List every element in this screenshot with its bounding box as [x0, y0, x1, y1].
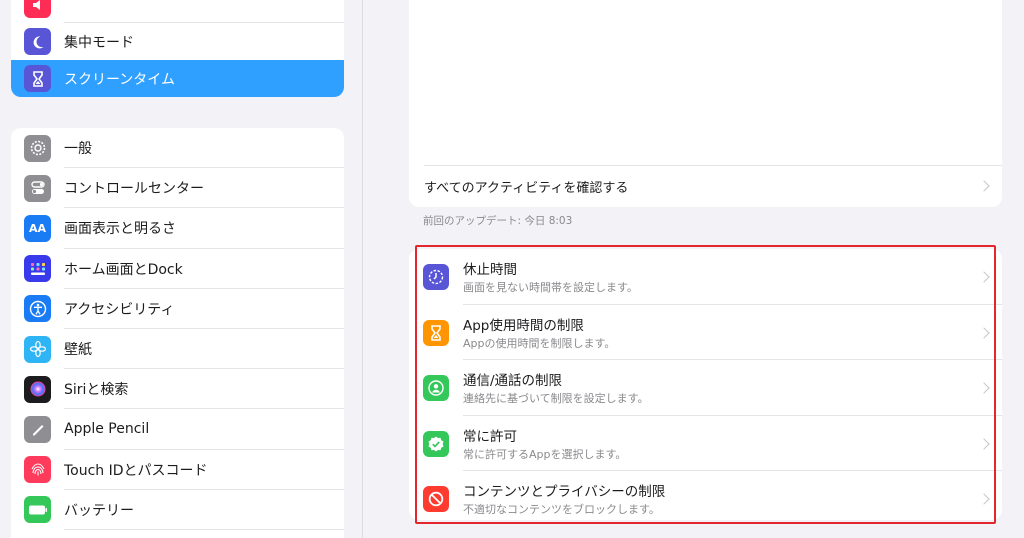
siri-icon [24, 375, 51, 403]
sidebar-item-touch-id[interactable]: Touch IDとパスコード [11, 450, 344, 490]
accessibility-icon [24, 295, 51, 323]
sidebar-item-label: 壁紙 [64, 342, 92, 359]
sidebar-item-general[interactable]: 一般 [11, 128, 344, 169]
sidebar-item-label: 画面表示と明るさ [64, 221, 176, 238]
sidebar-item-label: アクセシビリティ [64, 301, 175, 318]
fingerprint-icon [24, 456, 51, 484]
gear-icon [24, 134, 51, 162]
flower-icon [24, 335, 51, 363]
sidebar-item-label: 集中モード [64, 34, 134, 51]
sidebar-item-label: ホーム画面とDock [64, 261, 183, 278]
text-size-icon: AA [24, 214, 51, 242]
battery-icon [24, 496, 51, 524]
sidebar-item-control-center[interactable]: コントロールセンター [11, 168, 344, 209]
sidebar-item-label: Siriと検索 [64, 382, 129, 399]
sidebar-item-focus[interactable]: 集中モード [11, 23, 344, 60]
sidebar-item-label: コントロールセンター [64, 181, 204, 198]
sound-icon [24, 0, 51, 18]
sidebar-item-wallpaper[interactable]: 壁紙 [11, 329, 344, 370]
sidebar-item-label: Touch IDとパスコード [64, 462, 208, 479]
sidebar-item-home-screen[interactable]: ホーム画面とDock [11, 249, 344, 289]
sidebar-item-screen-time[interactable]: スクリーンタイム [11, 60, 344, 97]
sidebar-item-label: バッテリー [64, 502, 134, 519]
activity-card: すべてのアクティビティを確認する [409, 0, 1002, 207]
toggles-icon [24, 174, 51, 202]
sidebar-item-siri[interactable]: Siriと検索 [11, 369, 344, 410]
pencil-icon [24, 415, 51, 443]
see-all-activity-label: すべてのアクティビティを確認する [424, 180, 629, 196]
sidebar-group-settings: 一般 コントロールセンター AA 画面表示と明るさ ホーム画面とDock アクセ… [11, 128, 344, 538]
divider [424, 165, 1002, 166]
divider [64, 528, 344, 530]
sidebar-item-display[interactable]: AA 画面表示と明るさ [11, 208, 344, 249]
sidebar-item-label: 一般 [64, 141, 92, 158]
highlight-box [415, 245, 996, 524]
grid-icon [24, 255, 51, 283]
sidebar-item-accessibility[interactable]: アクセシビリティ [11, 289, 344, 329]
hourglass-icon [24, 65, 51, 92]
last-update-note: 前回のアップデート: 今日 8:03 [423, 215, 573, 227]
chevron-right-icon [978, 180, 990, 192]
sidebar-item-battery[interactable]: バッテリー [11, 490, 344, 530]
screen-time-panel: すべてのアクティビティを確認する 前回のアップデート: 今日 8:03 休止時間… [362, 0, 1024, 538]
sidebar-item-label: スクリーンタイム [64, 71, 176, 88]
see-all-activity-row[interactable]: すべてのアクティビティを確認する [409, 165, 1002, 207]
sidebar-item-label: Apple Pencil [64, 421, 150, 438]
settings-sidebar: 集中モード スクリーンタイム 一般 コントロールセンター AA 画面表示と明るさ [0, 0, 362, 538]
sidebar-item-sounds[interactable] [11, 0, 344, 23]
sidebar-group-top: 集中モード スクリーンタイム [11, 0, 344, 97]
sidebar-item-apple-pencil[interactable]: Apple Pencil [11, 409, 344, 450]
moon-icon [24, 28, 51, 55]
